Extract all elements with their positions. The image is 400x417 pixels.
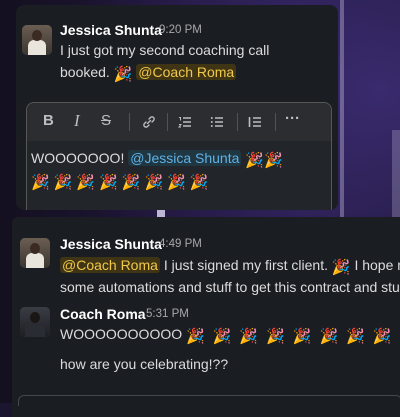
blockquote-icon[interactable] [247,114,263,134]
link-icon-glyph [143,116,155,128]
party-popper-emoji: 🎉 [76,174,100,191]
message-input-box[interactable] [18,395,400,406]
composer-input[interactable]: WOOOOOOO! @Jessica Shunta 🎉🎉 🎉🎉🎉🎉🎉🎉🎉🎉 [31,147,283,191]
message-text: how are you celebrating!?? [60,356,229,372]
bold-button[interactable]: B [43,112,54,129]
message-line: I just signed my first client. [163,257,328,273]
mention-chip[interactable]: @Coach Roma [136,64,237,80]
party-popper-emoji: 🎉 [189,174,213,191]
message-line: I hope m [354,257,400,273]
blockquote-icon-glyph [248,117,261,127]
toolbar-divider [237,113,238,131]
italic-button[interactable]: I [74,111,80,131]
message-line: booked. [60,64,110,80]
party-popper-emoji: 🎉 [186,328,213,345]
party-popper-emoji: 🎉 [99,174,122,191]
toolbar-divider [275,113,276,131]
ordered-list-icon-glyph [177,117,191,128]
mention-chip[interactable]: @Jessica Shunta [128,150,242,166]
message-text: @Coach Roma I just signed my first clien… [60,254,400,276]
party-popper-emoji: 🎉 [121,174,145,191]
timestamp[interactable]: 5:31 PM [146,308,189,320]
channel-messages-panel: Jessica Shunta 4:49 PM @Coach Roma I jus… [12,217,400,417]
party-popper-emoji: 🎉 [212,328,240,345]
author-name[interactable]: Jessica Shunta [60,236,162,252]
composer-line: WOOOOOOO! @Jessica Shunta 🎉🎉 [31,147,283,169]
timestamp[interactable]: 4:49 PM [159,238,202,250]
party-popper-emoji: 🎉 [167,174,190,191]
party-popper-emoji: 🎉 [266,328,293,345]
message-line: I just got my second coaching call [60,42,270,58]
message-composer[interactable]: B I S ··· WOOOOOOO! @Jessica Shunta 🎉🎉 🎉… [26,102,332,210]
party-popper-emoji: 🎉 [292,328,320,345]
party-popper-emoji: 🎉 [263,152,283,169]
message-line: WOOOOOOOOOO [60,326,183,342]
emoji-row: 🎉🎉🎉🎉🎉🎉🎉🎉 [186,326,400,345]
link-icon[interactable] [141,114,157,133]
party-popper-emoji: 🎉 [239,328,267,345]
party-popper-emoji: 🎉 [113,66,133,83]
avatar[interactable] [22,25,52,55]
toolbar-divider [129,113,130,131]
strikethrough-button[interactable]: S [101,112,111,129]
more-options-icon[interactable]: ··· [285,110,300,127]
party-popper-emoji: 🎉 [245,152,264,169]
party-popper-emoji: 🎉 [31,174,54,191]
toolbar-divider [167,113,168,131]
ordered-list-icon[interactable] [177,114,193,134]
message-thread-panel: Jessica Shunta 9:20 PM I just got my sec… [16,5,338,210]
party-popper-emoji: 🎉 [144,174,168,191]
formatting-toolbar: B I S ··· [27,103,331,141]
author-name[interactable]: Coach Roma [60,306,146,322]
party-popper-emoji: 🎉 [53,174,77,191]
author-name[interactable]: Jessica Shunta [60,22,162,38]
bullet-list-icon-glyph [210,117,223,127]
message-text: WOOOOOOOOOO 🎉🎉🎉🎉🎉🎉🎉🎉 [60,323,400,345]
timestamp[interactable]: 9:20 PM [159,24,202,36]
party-popper-emoji: 🎉 [372,328,400,345]
mention-chip[interactable]: @Coach Roma [60,257,160,273]
background-stripe [392,130,400,220]
composer-line: 🎉🎉🎉🎉🎉🎉🎉🎉 [31,169,283,191]
avatar[interactable] [20,307,50,337]
message-text: I just got my second coaching call [60,39,269,61]
party-popper-emoji: 🎉 [331,259,351,276]
message-text: some automations and stuff to get this c… [60,279,400,295]
composer-text: WOOOOOOO! [31,150,125,166]
bullet-list-icon[interactable] [209,114,225,134]
party-popper-emoji: 🎉 [319,328,347,345]
avatar[interactable] [20,238,50,268]
message-text: booked. 🎉 @Coach Roma [60,61,237,83]
party-popper-emoji: 🎉 [346,328,373,345]
